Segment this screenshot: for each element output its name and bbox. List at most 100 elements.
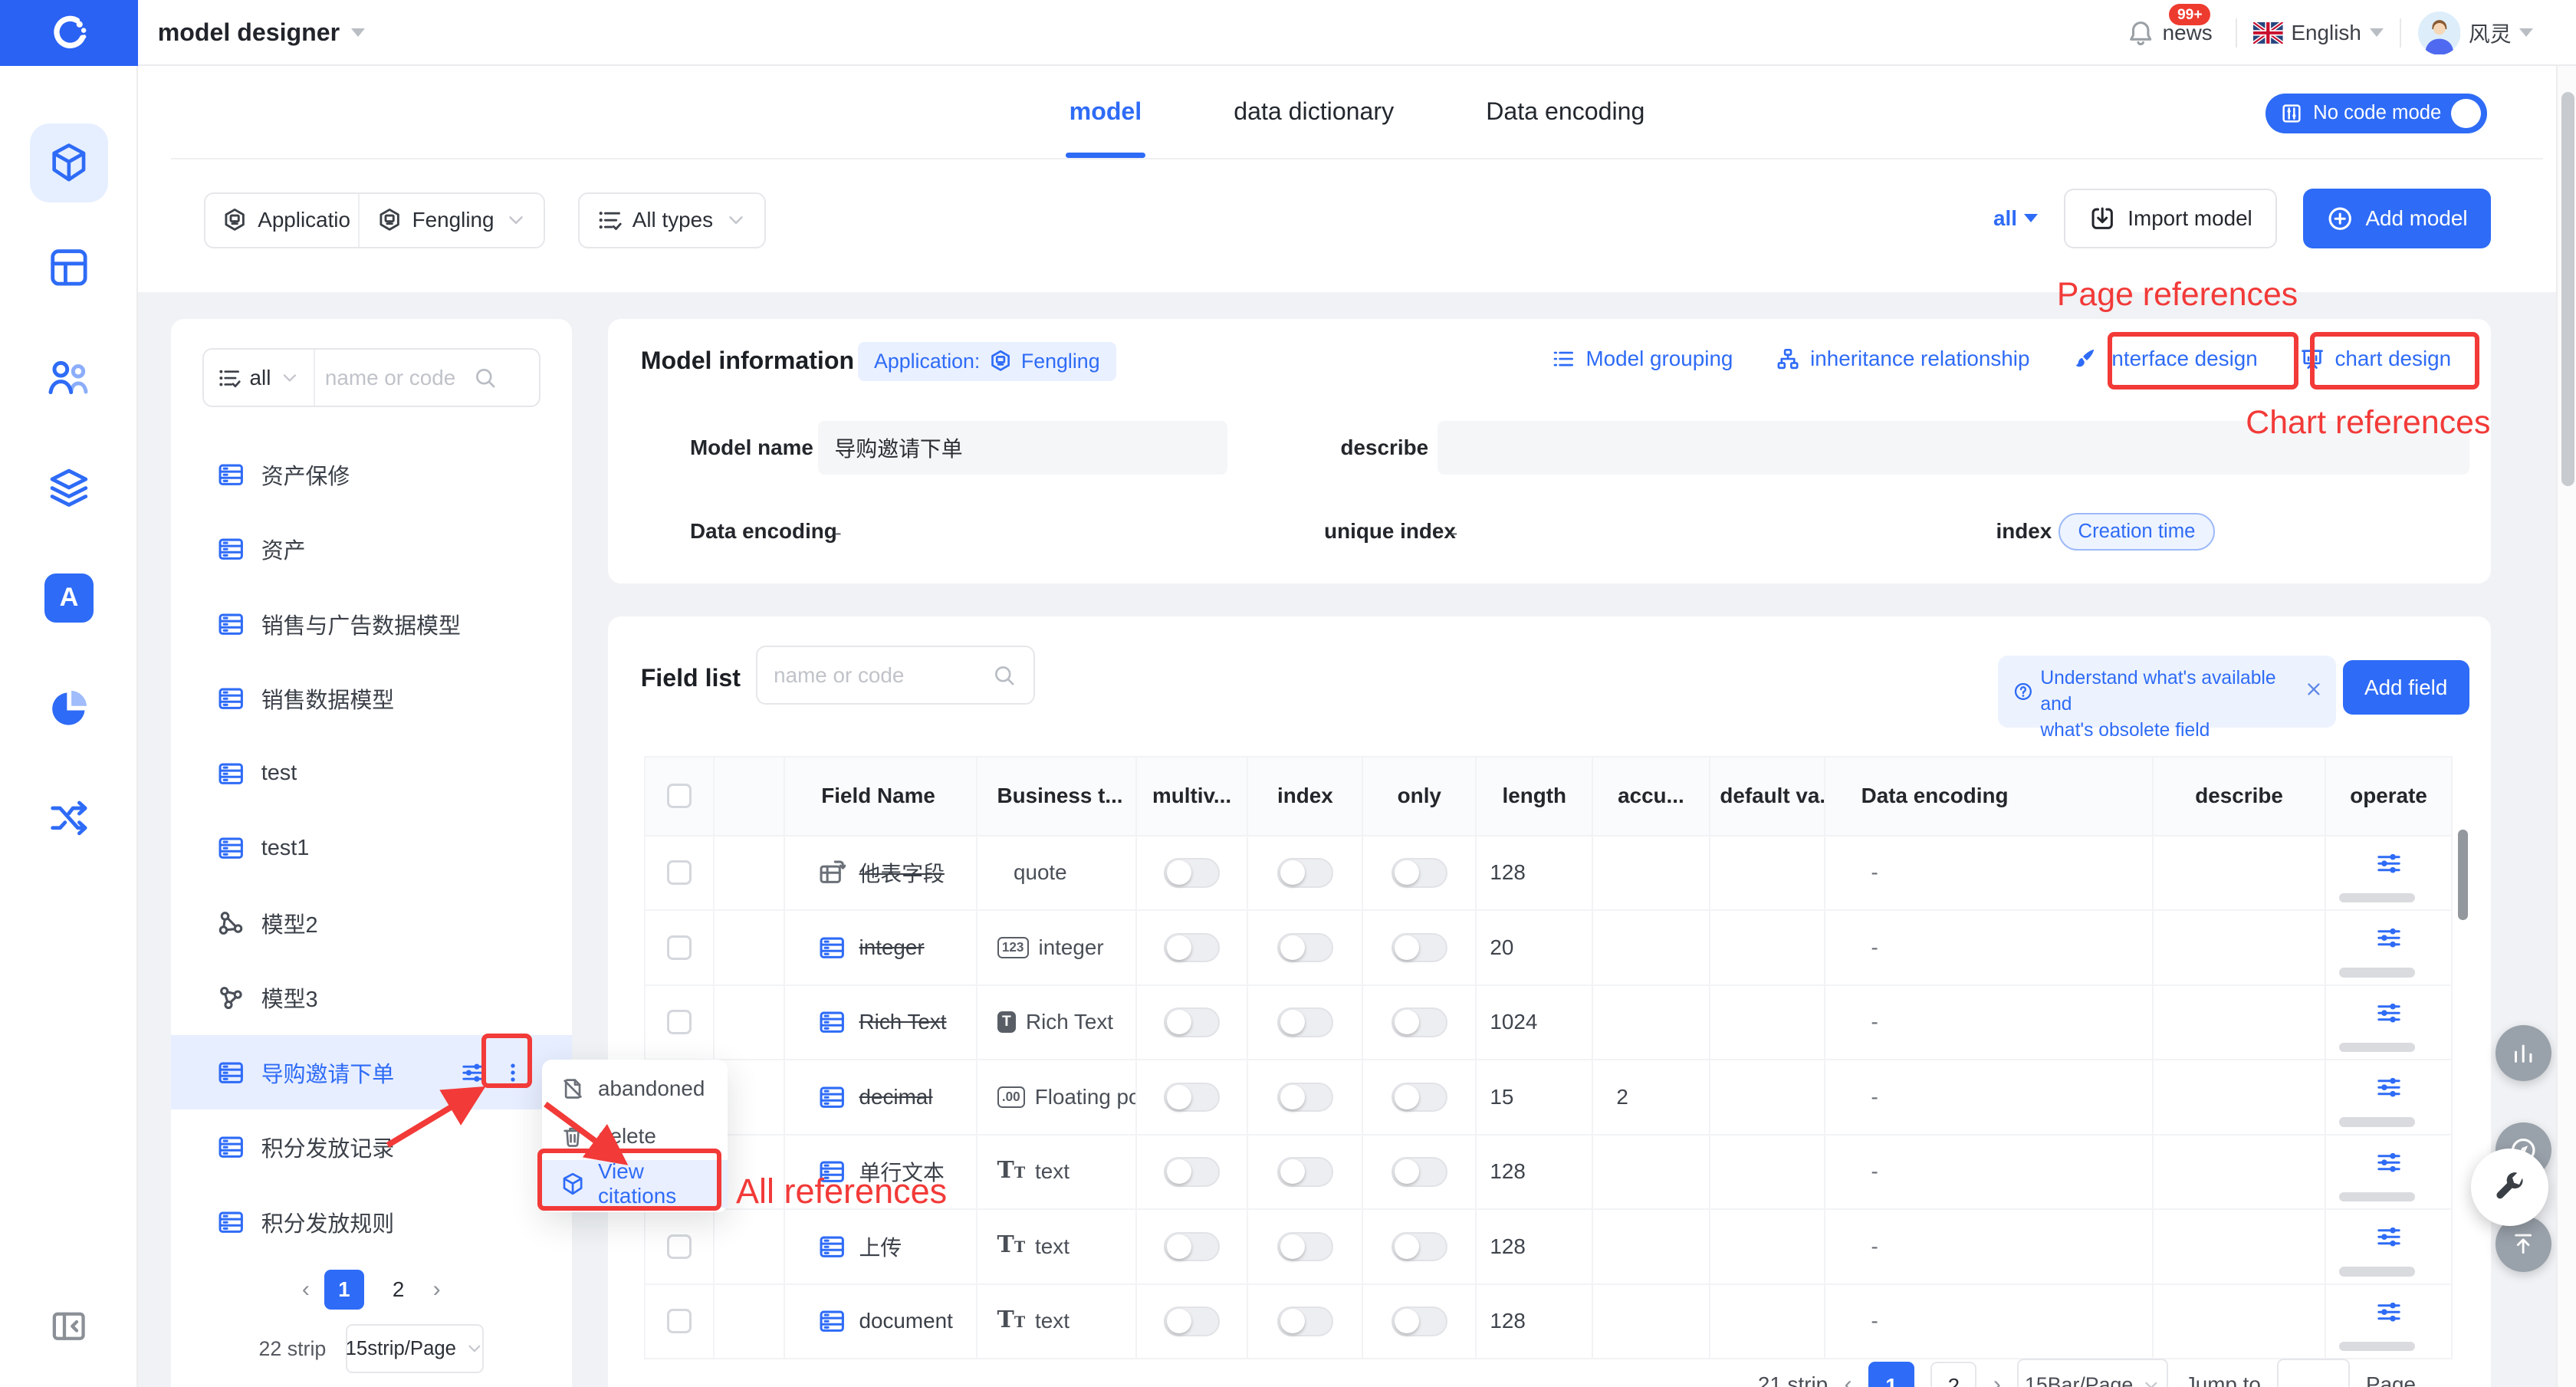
next-page-button[interactable]: › xyxy=(433,1277,441,1303)
tree-item[interactable]: 销售数据模型 xyxy=(171,661,572,736)
row-scrollbar[interactable] xyxy=(2339,1267,2415,1277)
row-scrollbar[interactable] xyxy=(2339,1117,2415,1127)
user-menu[interactable]: 风灵 xyxy=(2418,12,2534,54)
tree-item[interactable]: test xyxy=(171,736,572,811)
prev-page-button[interactable]: ‹ xyxy=(1845,1372,1852,1386)
chart-design-link[interactable]: chart design xyxy=(2300,347,2451,371)
app-title-menu[interactable]: model designer xyxy=(158,0,365,66)
only-toggle[interactable] xyxy=(1392,1232,1447,1262)
tree-item[interactable]: test1 xyxy=(171,810,572,886)
add-model-button[interactable]: Add model xyxy=(2303,189,2491,248)
field-search-input[interactable] xyxy=(774,663,982,688)
tree-item[interactable]: 积分发放记录 xyxy=(171,1109,572,1185)
no-code-mode-toggle[interactable]: No code mode xyxy=(2266,94,2487,133)
field-config-icon[interactable] xyxy=(2374,1073,2402,1101)
tree-item-selected[interactable]: 导购邀请下单 xyxy=(171,1035,572,1110)
interface-design-link[interactable]: interface design xyxy=(2072,347,2258,371)
prev-page-button[interactable]: ‹ xyxy=(302,1277,310,1303)
collapse-sidebar-button[interactable] xyxy=(41,1298,97,1354)
add-field-button[interactable]: Add field xyxy=(2343,660,2469,715)
sidebar-item-layers[interactable] xyxy=(41,460,97,516)
row-scrollbar[interactable] xyxy=(2339,893,2415,903)
page-scrollbar[interactable] xyxy=(2556,66,2576,1387)
multivalued-toggle[interactable] xyxy=(1164,1232,1220,1262)
tab-data-dictionary[interactable]: data dictionary xyxy=(1234,66,1394,158)
sidebar-item-pages[interactable] xyxy=(41,240,97,296)
multivalued-toggle[interactable] xyxy=(1164,858,1220,888)
field-config-icon[interactable] xyxy=(2374,924,2402,952)
select-all-checkbox[interactable] xyxy=(667,784,692,808)
tree-search-input[interactable] xyxy=(315,366,473,390)
tree-filter-select[interactable]: all xyxy=(204,350,316,406)
sidebar-item-flows[interactable] xyxy=(41,790,97,846)
menu-item-abandoned[interactable]: abandoned xyxy=(542,1065,728,1113)
row-checkbox[interactable] xyxy=(667,1234,692,1259)
row-scrollbar[interactable] xyxy=(2339,968,2415,978)
field-config-icon[interactable] xyxy=(2374,1298,2402,1326)
field-config-icon[interactable] xyxy=(2374,1223,2402,1251)
page-1-button[interactable]: 1 xyxy=(324,1270,363,1309)
sidebar-item-model-designer[interactable] xyxy=(30,123,109,202)
tree-page-size-select[interactable]: 15strip/Page xyxy=(346,1324,484,1373)
only-toggle[interactable] xyxy=(1392,1083,1447,1113)
app-logo[interactable] xyxy=(0,0,138,66)
row-scrollbar[interactable] xyxy=(2339,1192,2415,1202)
index-toggle[interactable] xyxy=(1277,1232,1333,1262)
field-page-size-select[interactable]: 15Bar/Page xyxy=(2017,1359,2168,1386)
row-scrollbar[interactable] xyxy=(2339,1342,2415,1352)
tab-model[interactable]: model xyxy=(1070,66,1142,158)
tree-item[interactable]: 销售与广告数据模型 xyxy=(171,587,572,662)
only-toggle[interactable] xyxy=(1392,1007,1447,1037)
sidebar-item-ai[interactable]: A xyxy=(41,570,97,626)
menu-item-delete[interactable]: delete xyxy=(542,1113,728,1160)
tab-data-encoding[interactable]: Data encoding xyxy=(1486,66,1644,158)
index-toggle[interactable] xyxy=(1277,858,1333,888)
multivalued-toggle[interactable] xyxy=(1164,1007,1220,1037)
index-toggle[interactable] xyxy=(1277,1306,1333,1336)
more-actions-icon[interactable] xyxy=(501,1061,524,1084)
page-1-button[interactable]: 1 xyxy=(1868,1362,1914,1386)
application-select[interactable]: Applicatio Fengling xyxy=(204,192,546,248)
page-2-button[interactable]: 2 xyxy=(379,1270,418,1309)
page-2-button[interactable]: 2 xyxy=(1930,1362,1976,1386)
field-search[interactable] xyxy=(756,646,1035,705)
field-settings-icon[interactable] xyxy=(460,1060,486,1086)
statistics-fab[interactable] xyxy=(2496,1025,2551,1081)
index-toggle[interactable] xyxy=(1277,1157,1333,1187)
table-scrollbar[interactable] xyxy=(2458,830,2468,920)
only-toggle[interactable] xyxy=(1392,933,1447,963)
index-toggle[interactable] xyxy=(1277,933,1333,963)
multivalued-toggle[interactable] xyxy=(1164,1157,1220,1187)
sidebar-item-analytics[interactable] xyxy=(41,680,97,736)
index-toggle[interactable] xyxy=(1277,1083,1333,1113)
multivalued-toggle[interactable] xyxy=(1164,1083,1220,1113)
tree-item[interactable]: 模型3 xyxy=(171,960,572,1035)
close-icon[interactable] xyxy=(2303,679,2325,700)
only-toggle[interactable] xyxy=(1392,858,1447,888)
index-value-tag[interactable]: Creation time xyxy=(2058,513,2215,551)
inheritance-relationship-link[interactable]: inheritance relationship xyxy=(1776,347,2029,371)
multivalued-toggle[interactable] xyxy=(1164,933,1220,963)
row-checkbox[interactable] xyxy=(667,935,692,960)
tree-item[interactable]: 积分发放规则 xyxy=(171,1185,572,1260)
row-checkbox[interactable] xyxy=(667,1309,692,1333)
tree-item[interactable]: 资产 xyxy=(171,511,572,587)
scope-dropdown[interactable]: all xyxy=(1993,206,2038,231)
jump-to-page-input[interactable] xyxy=(2277,1359,2349,1386)
menu-item-view-citations[interactable]: View citations xyxy=(542,1160,728,1208)
scrollbar-thumb[interactable] xyxy=(2561,92,2574,486)
news-button[interactable]: news 99+ xyxy=(2127,19,2220,47)
field-config-icon[interactable] xyxy=(2374,850,2402,877)
next-page-button[interactable]: › xyxy=(1993,1372,2001,1386)
row-checkbox[interactable] xyxy=(667,1010,692,1034)
import-model-button[interactable]: Import model xyxy=(2064,189,2277,248)
index-toggle[interactable] xyxy=(1277,1007,1333,1037)
row-scrollbar[interactable] xyxy=(2339,1043,2415,1053)
tools-fab[interactable] xyxy=(2471,1149,2548,1226)
model-grouping-link[interactable]: Model grouping xyxy=(1551,347,1733,371)
sidebar-item-users[interactable] xyxy=(41,350,97,406)
tree-item[interactable]: 资产保修 xyxy=(171,437,572,512)
model-name-input[interactable] xyxy=(818,421,1227,475)
only-toggle[interactable] xyxy=(1392,1306,1447,1336)
type-filter-select[interactable]: All types xyxy=(578,192,765,248)
